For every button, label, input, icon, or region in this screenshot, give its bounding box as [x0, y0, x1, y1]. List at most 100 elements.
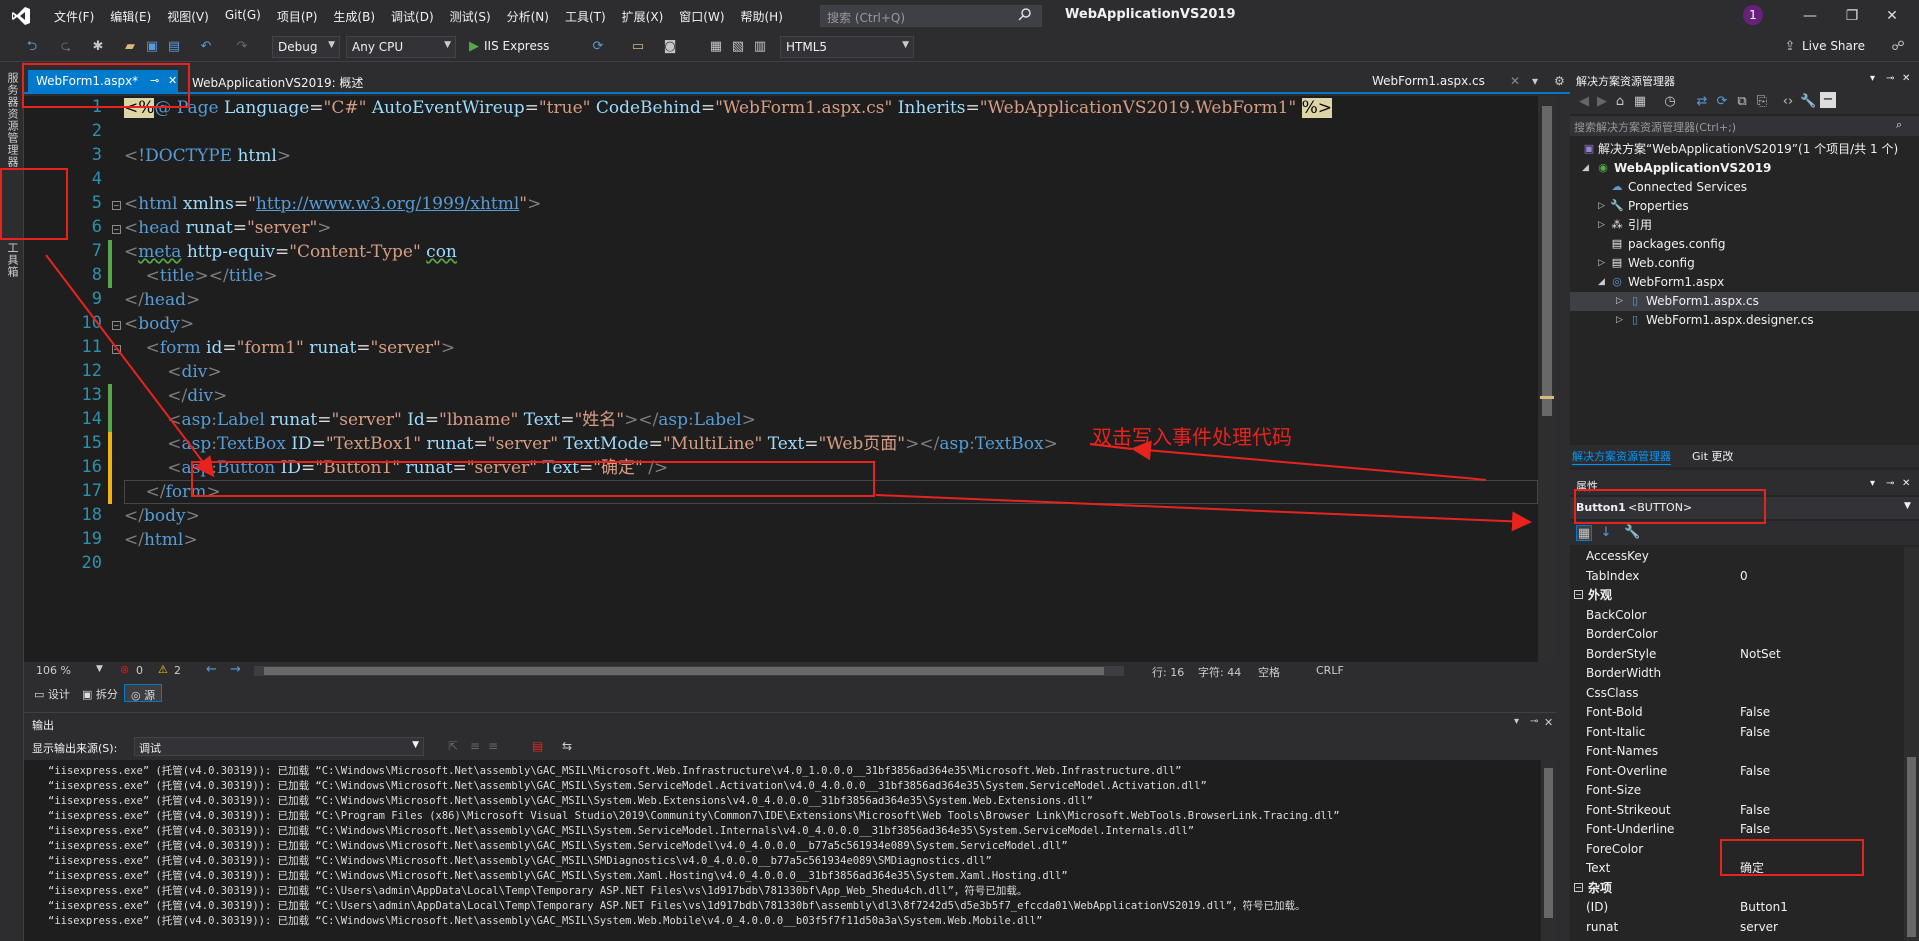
property-row[interactable]: Font-Names	[1570, 742, 1919, 761]
tab-git-changes[interactable]: Git 更改	[1692, 448, 1733, 464]
switch-views-icon[interactable]: ▦	[1632, 94, 1648, 110]
tree-item-properties[interactable]: ▷ 🔧 Properties	[1570, 197, 1919, 216]
properties-scrollbar[interactable]	[1904, 547, 1919, 941]
property-value[interactable]: NotSet	[1740, 645, 1781, 664]
run-icon[interactable]: ▶	[466, 39, 482, 55]
property-row[interactable]: BackColor	[1570, 606, 1919, 625]
code-line-17[interactable]: </form>	[124, 480, 221, 504]
code-line-7[interactable]: <meta http-equiv="Content-Type" con	[124, 240, 457, 264]
tree-item-solution[interactable]: ▣ 解决方案“WebApplicationVS2019”(1 个项目/共 1 个…	[1570, 140, 1919, 159]
chevron-down-icon[interactable]: ▾	[1870, 478, 1875, 489]
tree-item-project[interactable]: ◢ ◉ WebApplicationVS2019	[1570, 159, 1919, 178]
nav-forward-icon[interactable]: →	[230, 662, 241, 677]
code-line-3[interactable]: <!DOCTYPE html>	[124, 144, 291, 168]
clear-all-icon[interactable]: ▤	[532, 739, 543, 753]
menu-item-3[interactable]: Git(G)	[217, 8, 269, 25]
property-row[interactable]: ForeColor	[1570, 840, 1919, 859]
collapse-all-icon[interactable]: ⧉	[1734, 94, 1750, 110]
property-row[interactable]: (ID) Button1	[1570, 898, 1919, 917]
back-icon[interactable]: ⮌	[24, 39, 40, 55]
code-line-11[interactable]: <form id="form1" runat="server">	[124, 336, 456, 360]
property-row[interactable]: Text 确定	[1570, 859, 1919, 878]
live-share-button[interactable]: Live Share	[1802, 39, 1865, 53]
property-row[interactable]: TabIndex 0	[1570, 567, 1919, 586]
code-line-19[interactable]: </html>	[124, 528, 198, 552]
property-row[interactable]: Font-Size	[1570, 781, 1919, 800]
design-view-button[interactable]: ▭ 设计	[28, 684, 76, 702]
chevron-down-icon[interactable]: ▾	[1524, 70, 1546, 94]
menu-item-11[interactable]: 窗口(W)	[671, 8, 732, 25]
menu-item-4[interactable]: 项目(P)	[269, 8, 326, 25]
menu-item-7[interactable]: 测试(S)	[442, 8, 499, 25]
property-row[interactable]: Font-Strikeout False	[1570, 801, 1919, 820]
notification-badge[interactable]: 1	[1743, 5, 1763, 25]
word-wrap-icon[interactable]: ⇆	[562, 739, 572, 753]
scroll-thumb[interactable]	[1542, 106, 1552, 416]
alphabetical-icon[interactable]: ↓	[1598, 525, 1614, 541]
prev-message-icon[interactable]: ≡	[470, 739, 480, 753]
format-icon[interactable]: ▥	[752, 39, 768, 55]
forward-icon[interactable]: ▶	[1594, 94, 1610, 110]
chevron-down-icon[interactable]: ▼	[96, 664, 103, 674]
property-value[interactable]: False	[1740, 801, 1770, 820]
collapse-icon[interactable]: −	[1574, 590, 1583, 599]
server-explorer-tab[interactable]: 服务器资源管理器	[4, 72, 20, 168]
collapse-icon[interactable]: −	[112, 201, 121, 210]
search-icon[interactable]: ⌕	[1896, 118, 1902, 132]
code-line-18[interactable]: </body>	[124, 504, 200, 528]
collapse-icon[interactable]: −	[112, 225, 121, 234]
property-row[interactable]: Font-Bold False	[1570, 703, 1919, 722]
search-icon[interactable]	[1018, 7, 1032, 24]
pin-icon[interactable]: ⊸	[150, 74, 159, 87]
back-icon[interactable]: ◀	[1576, 94, 1592, 110]
feedback-icon[interactable]: ☍	[1890, 39, 1906, 55]
chevron-down-icon[interactable]: ▾	[1870, 73, 1875, 84]
minimize-icon[interactable]: —	[1796, 4, 1824, 28]
next-message-icon[interactable]: ≡	[488, 739, 498, 753]
doc-type-select[interactable]: HTML5 ▼	[780, 36, 914, 58]
forward-icon[interactable]: ⮎	[58, 39, 74, 55]
property-row[interactable]: Font-Overline False	[1570, 762, 1919, 781]
warning-count[interactable]: 2	[174, 664, 181, 677]
menu-item-8[interactable]: 分析(N)	[499, 8, 557, 25]
collapse-icon[interactable]: −	[112, 321, 121, 330]
restore-icon[interactable]: ❐	[1838, 4, 1866, 28]
tree-item-packages-config[interactable]: ▤ packages.config	[1570, 235, 1919, 254]
tree-item-references[interactable]: ▷ ⁂ 引用	[1570, 216, 1919, 235]
property-value[interactable]: False	[1740, 820, 1770, 839]
sync-icon[interactable]: ⇄	[1694, 94, 1710, 110]
property-value[interactable]: server	[1740, 918, 1778, 937]
property-category[interactable]: − 杂项	[1570, 879, 1919, 898]
line-ending[interactable]: CRLF	[1316, 664, 1344, 677]
tree-item-connected-services[interactable]: ☁ Connected Services	[1570, 178, 1919, 197]
run-target[interactable]: IIS Express	[484, 39, 549, 53]
zoom-level[interactable]: 106 %	[36, 664, 71, 677]
code-line-5[interactable]: <html xmlns="http://www.w3.org/1999/xhtm…	[124, 192, 541, 216]
close-icon[interactable]: ✕	[1902, 478, 1910, 489]
property-row[interactable]: BorderStyle NotSet	[1570, 645, 1919, 664]
collapsed-icon[interactable]: ▷	[1598, 254, 1605, 273]
undo-icon[interactable]: ↶	[198, 39, 214, 55]
error-count[interactable]: 0	[136, 664, 143, 677]
collapsed-icon[interactable]: ▷	[1616, 311, 1623, 330]
save-all-icon[interactable]: ▤	[166, 39, 182, 55]
pending-changes-icon[interactable]: ◷	[1662, 94, 1678, 110]
toolbox-tab[interactable]: 工具箱	[4, 242, 20, 278]
horizontal-scrollbar[interactable]	[254, 666, 1124, 676]
menu-item-6[interactable]: 调试(D)	[383, 8, 442, 25]
show-all-files-icon[interactable]: ⎘	[1754, 94, 1770, 110]
editor-vertical-scrollbar[interactable]	[1538, 96, 1556, 662]
redo-icon[interactable]: ↷	[234, 39, 250, 55]
source-view-button[interactable]: ◎ 源	[124, 684, 163, 702]
close-icon[interactable]: ✕	[1902, 73, 1910, 84]
property-row[interactable]: CssClass	[1570, 684, 1919, 703]
preview-icon[interactable]: −	[1820, 92, 1836, 108]
open-folder-icon[interactable]: ▰	[122, 39, 138, 55]
chevron-down-icon[interactable]: ▾	[1514, 716, 1519, 727]
property-value[interactable]: False	[1740, 723, 1770, 742]
property-pages-icon[interactable]: 🔧	[1624, 525, 1640, 541]
refresh-icon[interactable]: ⟳	[590, 39, 606, 55]
code-editor[interactable]: 1 2 3 4 5 6 7 8 9 10 11 12 13 14 15 16 17 18 19 20 − − − − …	[24, 96, 1556, 662]
menu-item-1[interactable]: 编辑(E)	[102, 8, 159, 25]
indent-mode[interactable]: 空格	[1258, 664, 1280, 680]
